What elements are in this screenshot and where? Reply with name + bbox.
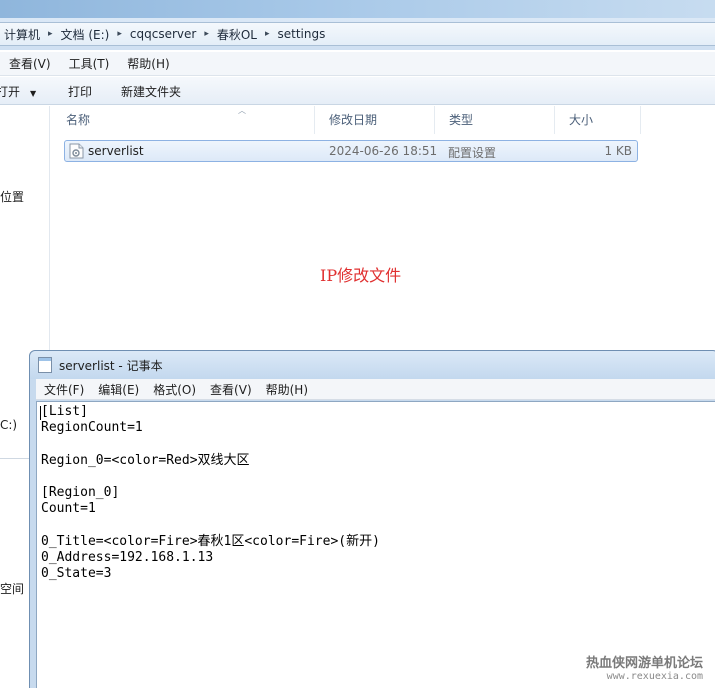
menu-edit[interactable]: 编辑(E) [98,381,139,398]
new-folder-button[interactable]: 新建文件夹 [121,83,181,100]
open-button-label: 打开 [0,85,21,99]
address-bar: 计算机 ▸ 文档 (E:) ▸ cqqcserver ▸ 春秋OL ▸ sett… [0,18,715,50]
menu-view[interactable]: 查看(V) [210,381,252,398]
command-bar: 打开 ▼ 打印 新建文件夹 [0,77,715,105]
menu-view[interactable]: 查看(V) [9,55,51,72]
watermark: 热血侠网游单机论坛 www.rexuexia.com [586,652,703,682]
breadcrumb[interactable]: 计算机 ▸ 文档 (E:) ▸ cqqcserver ▸ 春秋OL ▸ sett… [0,22,715,46]
settings-file-icon [69,143,84,159]
breadcrumb-drive[interactable]: 文档 (E:) [61,26,110,43]
breadcrumb-settings[interactable]: settings [278,27,326,41]
notepad-title: serverlist - 记事本 [59,359,163,373]
print-button[interactable]: 打印 [68,83,92,100]
explorer-title-bar [0,0,715,18]
file-row-serverlist[interactable]: serverlist 2024-06-26 18:51 配置设置 1 KB [64,140,638,162]
menu-file[interactable]: 文件(F) [44,381,84,398]
file-type: 配置设置 [448,146,497,160]
nav-item-locations[interactable]: 位置 [0,188,24,205]
menu-format[interactable]: 格式(O) [153,381,196,398]
notepad-text-area[interactable]: [List] RegionCount=1 Region_0=<color=Red… [36,401,715,688]
notepad-window: serverlist - 记事本 文件(F) 编辑(E) 格式(O) 查看(V)… [29,350,715,688]
notepad-menu-bar: 文件(F) 编辑(E) 格式(O) 查看(V) 帮助(H) [36,379,715,400]
column-size[interactable]: 大小 [555,106,641,134]
dropdown-arrow-icon: ▼ [30,89,37,98]
nav-item-drive[interactable]: C:) [0,418,17,432]
menu-help[interactable]: 帮助(H) [127,55,169,72]
explorer-menu-bar: 查看(V) 工具(T) 帮助(H) [0,52,715,76]
menu-tools[interactable]: 工具(T) [69,55,110,72]
nav-divider [0,458,30,459]
notepad-title-bar[interactable]: serverlist - 记事本 [30,351,715,379]
notepad-content[interactable]: [List] RegionCount=1 Region_0=<color=Red… [41,404,380,582]
chevron-right-icon[interactable]: ▸ [204,29,209,39]
chevron-right-icon[interactable]: ▸ [117,29,122,39]
annotation-label: IP修改文件 [320,266,402,285]
chevron-right-icon[interactable]: ▸ [265,29,270,39]
watermark-url: www.rexuexia.com [606,671,703,682]
open-button[interactable]: 打开 ▼ [0,83,36,100]
menu-help[interactable]: 帮助(H) [266,381,308,398]
breadcrumb-chunqiu[interactable]: 春秋OL [217,26,257,43]
breadcrumb-cqqcserver[interactable]: cqqcserver [130,27,196,41]
column-modified[interactable]: 修改日期 [315,106,435,134]
nav-item-free-space: 空间 [0,582,25,596]
watermark-title: 热血侠网游单机论坛 [585,656,703,671]
column-name[interactable]: 名称 [52,106,315,134]
breadcrumb-computer[interactable]: 计算机 [4,26,40,43]
file-name: serverlist [88,144,144,158]
file-size: 1 KB [604,144,632,158]
notepad-icon [38,357,52,373]
column-header: ︿ 名称 修改日期 类型 大小 [52,106,715,134]
chevron-right-icon[interactable]: ▸ [48,29,53,39]
file-modified: 2024-06-26 18:51 [329,144,438,158]
column-type[interactable]: 类型 [435,106,555,134]
